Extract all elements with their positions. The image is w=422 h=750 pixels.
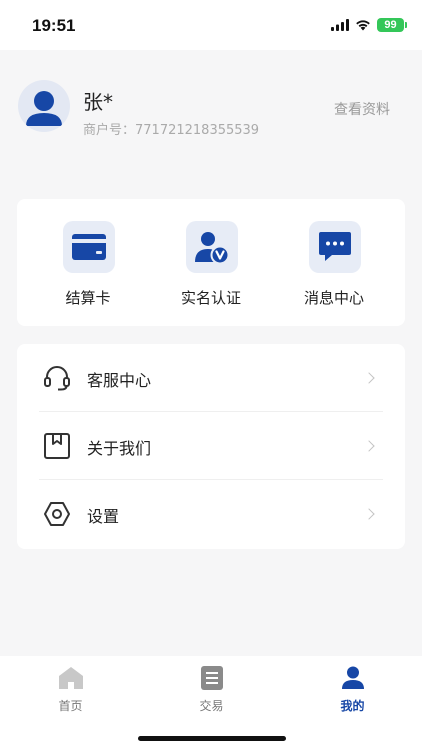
home-icon bbox=[59, 667, 83, 689]
tab-transactions[interactable]: 交易 bbox=[141, 656, 282, 726]
headset-icon bbox=[44, 366, 70, 391]
status-bar: 19:51 99 bbox=[0, 0, 422, 50]
avatar[interactable] bbox=[18, 80, 70, 132]
menu-item-customer-service[interactable]: 客服中心 bbox=[17, 344, 405, 412]
menu-item-label: 设置 bbox=[87, 507, 120, 526]
quick-action-label: 实名认证 bbox=[180, 289, 241, 307]
menu-item-label: 关于我们 bbox=[87, 439, 152, 458]
chevron-right-icon bbox=[363, 440, 375, 452]
verified-user-icon bbox=[195, 232, 229, 264]
wifi-icon bbox=[356, 20, 370, 31]
hexagon-settings-icon bbox=[44, 502, 70, 526]
battery-indicator: 99 bbox=[377, 18, 407, 32]
quick-action-real-name-auth[interactable]: 实名认证 bbox=[156, 199, 266, 326]
merchant-number-value: 771721218355539 bbox=[135, 123, 260, 138]
home-indicator bbox=[138, 736, 286, 741]
menu-item-about-us[interactable]: 关于我们 bbox=[17, 412, 405, 480]
quick-actions-card: 结算卡 实名认证 消息中心 bbox=[17, 199, 405, 326]
chevron-right-icon bbox=[363, 508, 375, 520]
tab-label: 首页 bbox=[58, 699, 83, 713]
menu-item-label: 客服中心 bbox=[87, 371, 152, 390]
person-icon bbox=[342, 666, 364, 689]
list-icon bbox=[201, 666, 223, 690]
quick-action-label: 消息中心 bbox=[303, 289, 364, 307]
status-time: 19:51 bbox=[32, 16, 76, 35]
status-icons: 99 bbox=[331, 17, 407, 33]
tab-mine[interactable]: 我的 bbox=[282, 656, 422, 726]
message-icon bbox=[319, 232, 351, 261]
quick-action-message-center[interactable]: 消息中心 bbox=[279, 199, 389, 326]
merchant-number: 商户号：771721218355539 bbox=[83, 119, 259, 138]
tab-home[interactable]: 首页 bbox=[0, 656, 141, 726]
avatar-person-icon bbox=[26, 91, 62, 126]
chevron-right-icon bbox=[363, 372, 375, 384]
card-icon bbox=[72, 234, 106, 260]
menu-item-settings[interactable]: 设置 bbox=[17, 480, 405, 548]
tab-label: 交易 bbox=[199, 699, 224, 713]
profile-header[interactable]: 张* 商户号：771721218355539 查看资料 bbox=[0, 50, 422, 190]
quick-action-label: 结算卡 bbox=[65, 289, 111, 307]
bookmark-box-icon bbox=[44, 433, 70, 459]
quick-action-icon-box bbox=[63, 221, 115, 273]
quick-action-icon-box bbox=[309, 221, 361, 273]
menu-list: 客服中心 关于我们 设置 bbox=[17, 344, 405, 549]
tab-label: 我的 bbox=[340, 699, 365, 713]
quick-action-settlement-card[interactable]: 结算卡 bbox=[33, 199, 143, 326]
user-name: 张* bbox=[83, 90, 113, 114]
quick-action-icon-box bbox=[186, 221, 238, 273]
signal-icon bbox=[331, 19, 349, 31]
merchant-number-label: 商户号： bbox=[83, 123, 136, 138]
